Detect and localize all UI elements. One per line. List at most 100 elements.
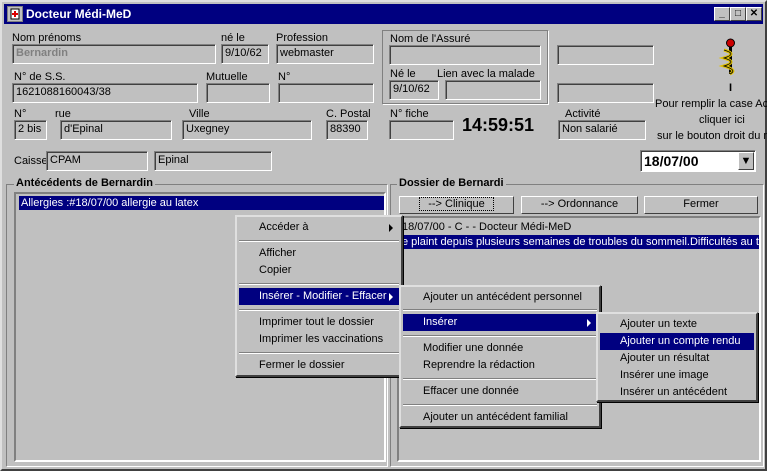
assure-nom-field[interactable] [389, 45, 541, 65]
activite-field[interactable]: Non salarié [558, 120, 646, 140]
menu-item-imprimer-dossier[interactable]: Imprimer tout le dossier [239, 314, 399, 331]
rue-label: rue [55, 108, 71, 120]
submenu-arrow-icon [389, 293, 393, 301]
menu-separator [403, 404, 597, 406]
submenu-inserer-modifier: Ajouter un antécédent personnel Insérer … [399, 285, 601, 428]
menu-item-label: Imprimer tout le dossier [259, 316, 374, 328]
list-item[interactable]: Allergies :#18/07/00 allergie au latex [19, 196, 384, 210]
ville-label: Ville [189, 108, 210, 120]
title-bar[interactable]: Docteur Médi-MeD _ □ ✕ [4, 4, 763, 24]
menu-item-label: Ajouter un résultat [620, 352, 710, 364]
assure-lien-label: Lien avec la malade [437, 68, 535, 80]
clock: 14:59:51 [462, 115, 535, 135]
app-window: Docteur Médi-MeD _ □ ✕ Nom prénoms Berna… [0, 0, 767, 471]
dossier-text-line[interactable]: e plaint depuis plusieurs semaines de tr… [402, 235, 759, 249]
menu-item-label: Imprimer les vaccinations [259, 333, 384, 345]
ordonnance-button[interactable]: --> Ordonnance [521, 196, 638, 214]
menu-item-reprendre-redaction[interactable]: Reprendre la rédaction [403, 357, 597, 374]
menu-item-inserer-image[interactable]: Insérer une image [600, 367, 754, 384]
rue-field[interactable]: d'Epinal [60, 120, 172, 140]
menu-item-inserer-antecedent[interactable]: Insérer un antécédent [600, 384, 754, 401]
assure-ne-le-label: Né le [390, 68, 416, 80]
ne-le-label: né le [221, 32, 245, 44]
fermer-button[interactable]: Fermer [644, 196, 758, 214]
menu-item-label: Modifier une donnée [423, 342, 524, 354]
hint-marker: I [729, 82, 733, 94]
submenu-inserer: Ajouter un texte Ajouter un compte rendu… [596, 312, 758, 402]
antecedents-title: Antécédents de Bernardin [14, 177, 155, 189]
chevron-down-icon: ▼ [740, 155, 752, 167]
date-value: 18/07/00 [644, 153, 699, 169]
menu-item-label: Fermer le dossier [259, 359, 345, 371]
menu-item-label: Insérer [423, 316, 458, 328]
menu-item-ajouter-resultat[interactable]: Ajouter un résultat [600, 350, 754, 367]
cp-label: C. Postal [326, 108, 371, 120]
fiche-label: N° fiche [390, 108, 429, 120]
menu-item-inserer[interactable]: Insérer [403, 314, 597, 331]
menu-item-effacer-donnee[interactable]: Effacer une donnée [403, 383, 597, 400]
extra-field-1[interactable] [557, 45, 654, 65]
menu-item-label: Afficher [259, 247, 297, 259]
menu-item-inserer-modifier-effacer[interactable]: Insérer - Modifier - Effacer [239, 288, 399, 305]
activite-label: Activité [565, 108, 601, 120]
menu-item-label: Accéder à [259, 221, 309, 233]
caisse-field[interactable]: CPAM [46, 151, 148, 171]
assure-lien-field[interactable] [445, 80, 541, 100]
menu-item-ajouter-antecedent-perso[interactable]: Ajouter un antécédent personnel [403, 289, 597, 306]
assure-ne-le-field[interactable]: 9/10/62 [389, 80, 439, 100]
profession-label: Profession [276, 32, 328, 44]
date-dropdown-button[interactable]: ▼ [738, 152, 754, 170]
menu-item-imprimer-vaccinations[interactable]: Imprimer les vaccinations [239, 331, 399, 348]
nom-label: Nom prénoms [12, 32, 82, 44]
menu-item-label: Insérer un antécédent [620, 386, 728, 398]
menu-separator [403, 309, 597, 311]
menu-item-ajouter-texte[interactable]: Ajouter un texte [600, 316, 754, 333]
num-label: N° [14, 108, 27, 120]
ss-label: N° de S.S. [14, 71, 66, 83]
minimize-icon: _ [719, 8, 725, 19]
caisse-ville-field[interactable]: Epinal [154, 151, 272, 171]
close-icon: ✕ [749, 8, 759, 19]
menu-item-modifier-donnee[interactable]: Modifier une donnée [403, 340, 597, 357]
menu-item-label: Copier [259, 264, 292, 276]
menu-item-label: Ajouter un compte rendu [620, 335, 741, 347]
hint-line-2: cliquer ici [699, 114, 745, 126]
menu-item-label: Insérer - Modifier - Effacer [259, 290, 387, 302]
ville-field[interactable]: Uxegney [182, 120, 312, 140]
ne-le-field[interactable]: 9/10/62 [221, 44, 269, 64]
window-title: Docteur Médi-MeD [26, 7, 132, 21]
app-icon[interactable] [7, 6, 23, 22]
caisse-label: Caisse [14, 155, 48, 167]
menu-item-afficher[interactable]: Afficher [239, 245, 399, 262]
fermer-label: Fermer [683, 198, 719, 210]
menu-item-label: Insérer une image [620, 369, 709, 381]
fiche-field[interactable] [389, 120, 454, 140]
close-button[interactable]: ✕ [746, 7, 762, 21]
menu-item-fermer-dossier[interactable]: Fermer le dossier [239, 357, 399, 374]
num-field[interactable]: 2 bis [14, 120, 47, 140]
nom-field[interactable]: Bernardin [12, 44, 216, 64]
hint-line-1: Pour remplir la case Ac [655, 98, 767, 110]
profession-field[interactable]: webmaster [276, 44, 374, 64]
mutuelle-field[interactable] [206, 83, 270, 103]
clinique-label: --> Clinique [419, 197, 494, 211]
minimize-button[interactable]: _ [714, 7, 730, 21]
caduceus-icon[interactable] [718, 38, 744, 76]
menu-item-label: Reprendre la rédaction [423, 359, 535, 371]
menu-item-ajouter-antecedent-familial[interactable]: Ajouter un antécédent familial [403, 409, 597, 426]
menu-item-ajouter-compte-rendu[interactable]: Ajouter un compte rendu [600, 333, 754, 350]
maximize-button[interactable]: □ [730, 7, 746, 21]
clinique-button[interactable]: --> Clinique [399, 196, 514, 214]
menu-separator [403, 378, 597, 380]
dossier-title: Dossier de Bernardi [397, 177, 506, 189]
menu-separator [403, 335, 597, 337]
menu-item-copier[interactable]: Copier [239, 262, 399, 279]
menu-item-label: Ajouter un antécédent familial [423, 411, 568, 423]
menu-separator [239, 240, 399, 242]
mutuelle-num-field[interactable] [278, 83, 374, 103]
menu-item-acceder[interactable]: Accéder à [239, 219, 399, 236]
cp-field[interactable]: 88390 [326, 120, 368, 140]
menu-separator [239, 309, 399, 311]
ss-field[interactable]: 1621088160043/38 [12, 83, 198, 103]
extra-field-2[interactable] [557, 83, 654, 103]
